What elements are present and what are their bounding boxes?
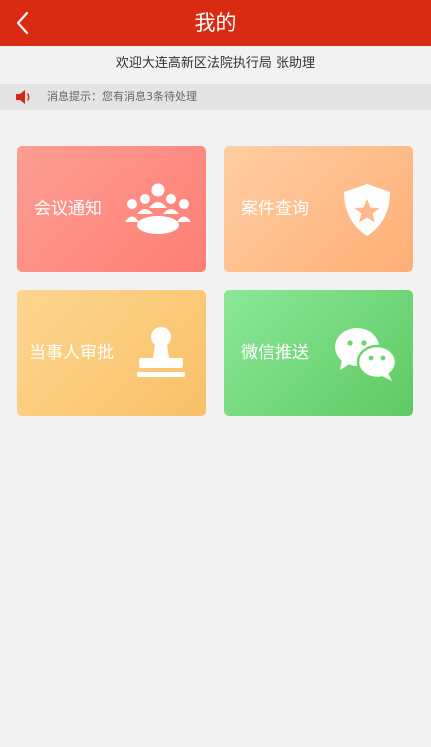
speaker-icon: [16, 90, 30, 104]
page-title: 我的: [194, 11, 237, 35]
notice-text: 消息提示：您有消息3条待处理: [47, 90, 197, 103]
party-approval-tile[interactable]: 当事人审批: [17, 290, 206, 416]
stamp-icon: [137, 327, 185, 377]
meeting-notice-tile[interactable]: 会议通知: [17, 146, 206, 272]
top-bar: 我的: [0, 0, 431, 46]
tile-label-case: 案件查询: [241, 199, 309, 219]
tile-label-approval: 当事人审批: [29, 343, 114, 363]
group-icon: [125, 183, 191, 234]
wechat-push-tile[interactable]: 微信推送: [224, 290, 413, 416]
tile-label-meeting: 会议通知: [34, 199, 102, 219]
tile-label-wechat: 微信推送: [241, 343, 309, 363]
wechat-icon: [335, 328, 398, 381]
shield-star-icon: [344, 184, 390, 236]
welcome-message: 欢迎大连高新区法院执行局 张助理: [0, 46, 431, 82]
case-query-tile[interactable]: 案件查询: [224, 146, 413, 272]
notice-bar[interactable]: 消息提示：您有消息3条待处理: [0, 84, 431, 110]
